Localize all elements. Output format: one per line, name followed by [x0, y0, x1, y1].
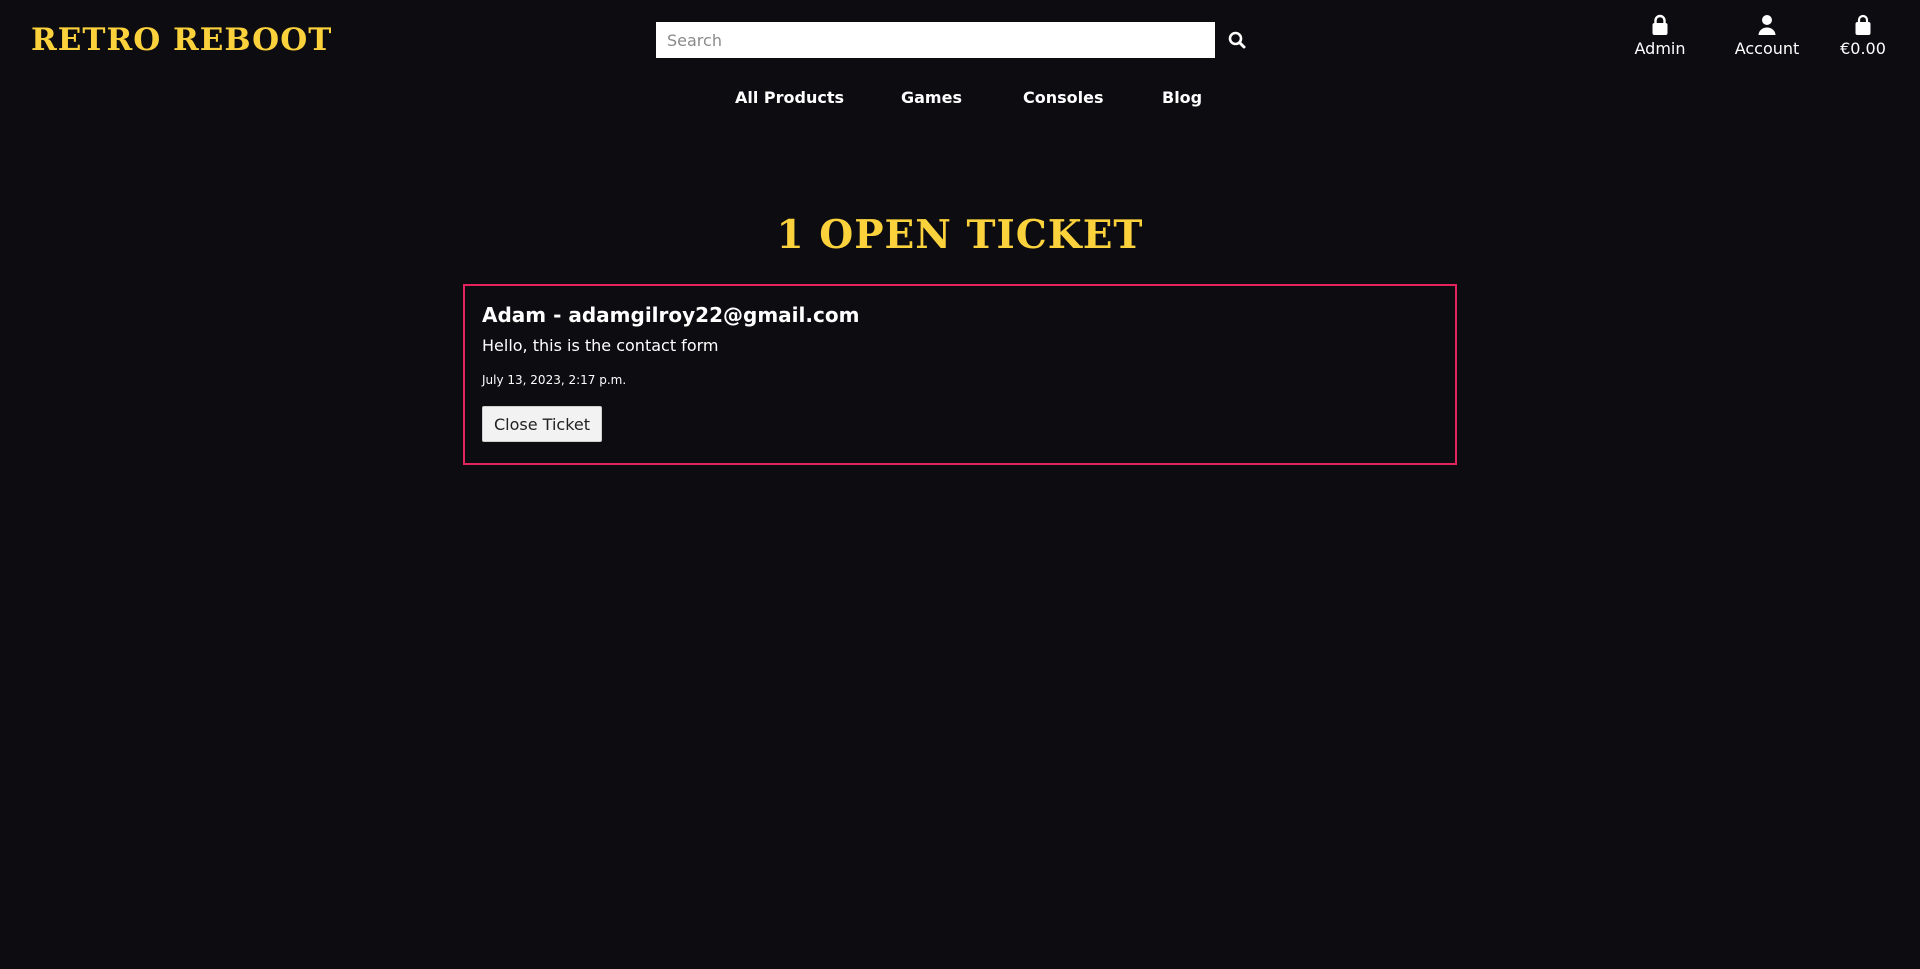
site-logo[interactable]: RETRO REBOOT — [31, 18, 332, 62]
search-form — [656, 22, 1256, 58]
cart-link[interactable]: €0.00 — [1836, 14, 1890, 58]
site-header: RETRO REBOOT Admin Account — [0, 0, 1920, 80]
main-nav: All Products Games Consoles Blog — [0, 88, 1920, 112]
page-title: 1 OPEN TICKET — [776, 212, 1144, 258]
admin-label: Admin — [1634, 39, 1686, 58]
nav-item-all-products[interactable]: All Products — [735, 88, 844, 107]
account-label: Account — [1734, 39, 1800, 58]
user-icon — [1758, 15, 1776, 35]
search-icon — [1228, 31, 1246, 49]
ticket-message: Hello, this is the contact form — [482, 336, 719, 355]
account-link[interactable]: Account — [1730, 14, 1804, 58]
search-button[interactable] — [1223, 26, 1251, 54]
ticket-heading: Adam - adamgilroy22@gmail.com — [482, 303, 860, 327]
nav-item-games[interactable]: Games — [901, 88, 962, 107]
ticket-date: July 13, 2023, 2:17 p.m. — [482, 373, 627, 387]
nav-item-blog[interactable]: Blog — [1162, 88, 1202, 107]
cart-total: €0.00 — [1840, 39, 1886, 58]
ticket-card: Adam - adamgilroy22@gmail.com Hello, thi… — [463, 284, 1457, 465]
admin-link[interactable]: Admin — [1632, 14, 1688, 58]
nav-item-consoles[interactable]: Consoles — [1023, 88, 1104, 107]
search-input[interactable] — [656, 22, 1215, 58]
lock-icon — [1652, 14, 1668, 35]
shopping-bag-icon — [1855, 14, 1871, 35]
close-ticket-button[interactable]: Close Ticket — [482, 406, 603, 442]
